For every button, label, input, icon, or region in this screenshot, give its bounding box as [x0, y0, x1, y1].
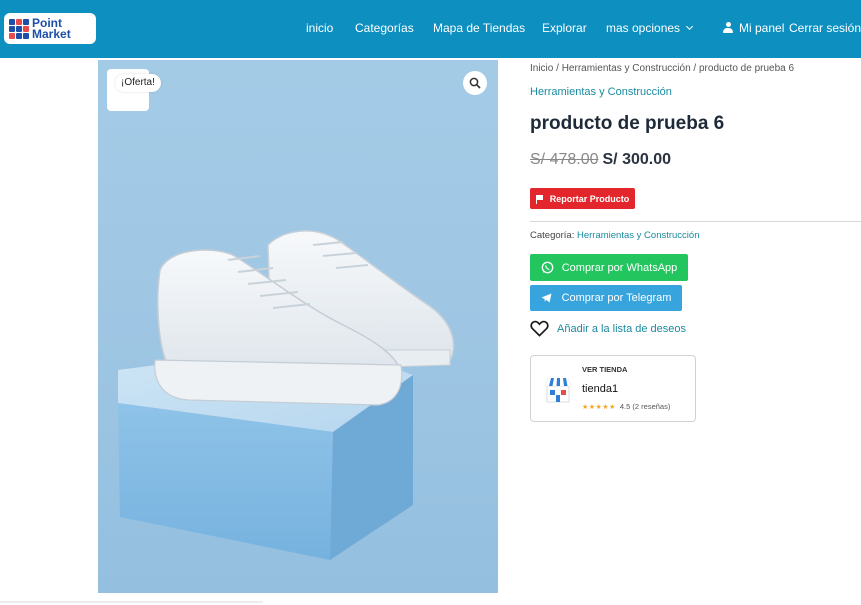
report-product-label: Reportar Producto — [549, 193, 630, 204]
store-name[interactable]: tienda1 — [582, 383, 618, 395]
nav-inicio[interactable]: inicio — [306, 21, 333, 35]
store-icon — [545, 378, 571, 403]
buy-whatsapp-label: Comprar por WhatsApp — [561, 261, 678, 274]
breadcrumb: Inicio / Herramientas y Construcción / p… — [530, 63, 794, 74]
bottom-divider — [0, 601, 263, 603]
category-meta: Categoría: Herramientas y Construcción — [530, 230, 700, 241]
product-image[interactable]: ¡Oferta! — [98, 60, 498, 593]
breadcrumb-sep: / — [690, 63, 699, 74]
report-product-button[interactable]: Reportar Producto — [530, 188, 635, 209]
buy-whatsapp-button[interactable]: Comprar por WhatsApp — [530, 254, 688, 281]
logo-text: Point Market — [32, 17, 71, 41]
telegram-icon — [541, 293, 552, 303]
breadcrumb-current: producto de prueba 6 — [698, 63, 795, 74]
product-title: producto de prueba 6 — [530, 113, 725, 134]
breadcrumb-home[interactable]: Inicio — [530, 63, 553, 74]
nav-categorias[interactable]: Categorías — [355, 21, 414, 35]
site-logo[interactable]: Point Market — [4, 13, 96, 44]
whatsapp-icon — [541, 261, 554, 274]
search-icon — [469, 77, 481, 89]
buy-telegram-label: Comprar por Telegram — [561, 292, 672, 304]
category-meta-link[interactable]: Herramientas y Construcción — [577, 230, 700, 241]
divider — [530, 221, 861, 222]
logo-mark-icon — [9, 18, 29, 39]
category-meta-prefix: Categoría: — [530, 230, 577, 241]
logo-line2: Market — [32, 26, 71, 41]
nav-mi-panel[interactable]: Mi panel — [723, 21, 784, 35]
store-rating-text: 4.5 (2 reseñas) — [619, 402, 671, 411]
breadcrumb-sep: / — [553, 63, 562, 74]
zoom-button[interactable] — [463, 71, 487, 95]
nav-explorar[interactable]: Explorar — [542, 21, 587, 35]
store-rating: ★★★★★ 4.5 (2 reseñas) — [582, 402, 670, 411]
price-old: S/ 478.00 — [530, 151, 599, 168]
product-price: S/ 478.00 S/ 300.00 — [530, 151, 671, 169]
chevron-down-icon — [686, 22, 694, 31]
flag-icon — [535, 194, 544, 204]
heart-icon — [530, 320, 549, 337]
nav-mas-opciones[interactable]: mas opciones — [606, 21, 694, 35]
store-label: VER TIENDA — [582, 365, 628, 374]
store-card[interactable]: VER TIENDA tienda1 ★★★★★ 4.5 (2 reseñas) — [530, 355, 696, 422]
add-to-wishlist[interactable]: Añadir a la lista de deseos — [530, 320, 686, 337]
site-header: Point Market inicio Categorías Mapa de T… — [0, 0, 861, 58]
nav-mapa-tiendas[interactable]: Mapa de Tiendas — [433, 21, 525, 35]
price-new: S/ 300.00 — [602, 151, 672, 168]
buy-telegram-button[interactable]: Comprar por Telegram — [530, 285, 682, 311]
product-category-link[interactable]: Herramientas y Construcción — [530, 86, 672, 98]
mi-panel-label: Mi panel — [739, 21, 785, 35]
user-icon — [723, 22, 733, 33]
breadcrumb-category[interactable]: Herramientas y Construcción — [562, 63, 691, 74]
nav-cerrar-sesion[interactable]: Cerrar sesión — [789, 21, 861, 35]
rating-stars-icon: ★★★★★ — [582, 404, 616, 411]
nav-mas-opciones-label: mas opciones — [606, 21, 681, 35]
wishlist-label: Añadir a la lista de deseos — [557, 322, 687, 335]
product-photo — [118, 230, 455, 560]
sale-badge: ¡Oferta! — [115, 74, 161, 92]
